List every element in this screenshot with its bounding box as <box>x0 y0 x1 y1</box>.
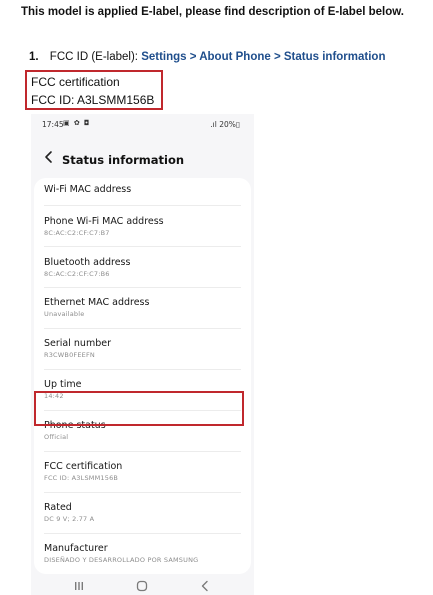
list-item-title: Manufacturer <box>44 543 108 554</box>
list-item-title: Phone Wi-Fi MAC address <box>44 216 164 227</box>
fcc-certification-label: FCC certification <box>31 75 120 89</box>
list-item-value: DISEÑADO Y DESARROLLADO POR SAMSUNG <box>44 556 199 564</box>
list-item-serial-number[interactable]: Serial number R3CWB0FEEFN <box>34 338 251 359</box>
list-item-value: R3CWB0FEEFN <box>44 351 95 359</box>
divider <box>44 287 241 288</box>
list-item-value: FCC ID: A3LSMM156B <box>44 474 119 482</box>
list-item-value: Official <box>44 433 69 441</box>
list-item-title: Up time <box>44 379 82 390</box>
divider <box>44 328 241 329</box>
page-header: Status information <box>31 144 254 174</box>
divider <box>44 246 241 247</box>
list-item-title: FCC certification <box>44 461 123 472</box>
list-item-value: 8C:AC:C2:CF:C7:B6 <box>44 270 110 278</box>
battery-indicator: .ıl 20%▯ <box>210 120 240 129</box>
list-item-fcc-certification[interactable]: FCC certification FCC ID: A3LSMM156B <box>34 461 251 482</box>
fcc-row-highlight-box <box>34 391 244 426</box>
list-item-manufacturer[interactable]: Manufacturer DISEÑADO Y DESARROLLADO POR… <box>34 543 251 564</box>
step-label: FCC ID (E-label): <box>49 51 138 63</box>
fcc-id-highlight-box: FCC certification FCC ID: A3LSMM156B <box>25 70 163 110</box>
home-icon[interactable] <box>135 580 149 592</box>
list-item-ethernet-mac[interactable]: Ethernet MAC address Unavailable <box>34 297 251 318</box>
divider <box>44 451 241 452</box>
divider <box>44 369 241 370</box>
list-item-value: 8C:AC:C2:CF:C7:B7 <box>44 229 110 237</box>
fcc-id-value: FCC ID: A3LSMM156B <box>31 93 155 107</box>
list-item-title: Bluetooth address <box>44 257 131 268</box>
list-item-wifi-mac[interactable]: Wi-Fi MAC address <box>34 184 251 195</box>
divider <box>44 492 241 493</box>
list-item-rated[interactable]: Rated DC 9 V; 2.77 A <box>34 502 251 523</box>
list-item-title: Serial number <box>44 338 111 349</box>
list-item-title: Wi-Fi MAC address <box>44 184 132 195</box>
list-item-value: DC 9 V; 2.77 A <box>44 515 95 523</box>
divider <box>44 205 241 206</box>
settings-path: Settings > About Phone > Status informat… <box>141 51 386 63</box>
phone-screenshot: 17:45 ▣ ✿ ◘ .ıl 20%▯ Status information … <box>31 114 254 595</box>
step-number: 1. <box>29 51 39 63</box>
list-item-bluetooth-address[interactable]: Bluetooth address 8C:AC:C2:CF:C7:B6 <box>34 257 251 278</box>
status-info-card: Wi-Fi MAC address Phone Wi-Fi MAC addres… <box>34 178 251 574</box>
status-bar: 17:45 ▣ ✿ ◘ .ıl 20%▯ <box>31 114 254 136</box>
step-instruction: 1. FCC ID (E-label): Settings > About Ph… <box>29 51 385 63</box>
list-item-title: Ethernet MAC address <box>44 297 150 308</box>
back-icon[interactable] <box>198 580 212 592</box>
notification-icons: ▣ ✿ ◘ <box>63 119 91 127</box>
list-item-phone-wifi-mac[interactable]: Phone Wi-Fi MAC address 8C:AC:C2:CF:C7:B… <box>34 216 251 237</box>
document-title: This model is applied E-label, please fi… <box>21 6 404 18</box>
status-time: 17:45 <box>42 120 64 129</box>
chevron-left-icon[interactable] <box>42 150 56 164</box>
recents-icon[interactable] <box>72 580 86 592</box>
list-item-value: Unavailable <box>44 310 85 318</box>
navigation-bar <box>31 576 254 595</box>
page-title: Status information <box>62 153 185 167</box>
list-item-title: Rated <box>44 502 72 513</box>
divider <box>44 533 241 534</box>
